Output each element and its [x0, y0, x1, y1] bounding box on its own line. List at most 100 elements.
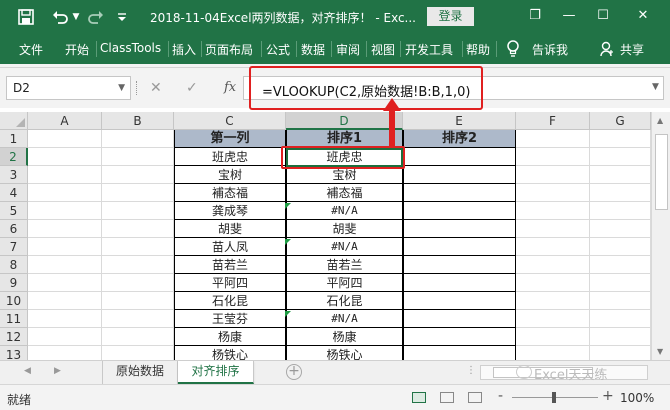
data-cell-c5[interactable]: 龚成琴	[174, 202, 286, 220]
chevron-down-icon[interactable]: ▼	[118, 77, 125, 99]
cell-a8[interactable]	[28, 256, 102, 274]
cell-b9[interactable]	[102, 274, 174, 292]
cell-g6[interactable]	[590, 220, 651, 238]
cell-b1[interactable]	[102, 130, 174, 148]
cell-g3[interactable]	[590, 166, 651, 184]
data-cell-e7[interactable]	[403, 238, 516, 256]
add-sheet-icon[interactable]: +	[286, 364, 302, 380]
cell-b3[interactable]	[102, 166, 174, 184]
cell-a11[interactable]	[28, 310, 102, 328]
column-header-e[interactable]: E	[403, 112, 516, 130]
share-user-icon[interactable]	[600, 41, 614, 60]
cell-g7[interactable]	[590, 238, 651, 256]
tab-review[interactable]: 审阅	[336, 41, 360, 58]
cell-f3[interactable]	[516, 166, 590, 184]
data-cell-e5[interactable]	[403, 202, 516, 220]
cell-g5[interactable]	[590, 202, 651, 220]
cell-g2[interactable]	[590, 148, 651, 166]
cell-f5[interactable]	[516, 202, 590, 220]
data-cell-d4[interactable]: 補态福	[286, 184, 403, 202]
column-header-a[interactable]: A	[28, 112, 102, 130]
zoom-in-button[interactable]: +	[602, 388, 614, 404]
save-icon[interactable]	[16, 7, 36, 27]
tab-insert[interactable]: 插入	[172, 41, 196, 58]
data-cell-d10[interactable]: 石化昆	[286, 292, 403, 310]
tab-data[interactable]: 数据	[301, 41, 325, 58]
row-header-2[interactable]: 2	[0, 148, 28, 166]
data-cell-c3[interactable]: 宝树	[174, 166, 286, 184]
data-cell-d6[interactable]: 胡斐	[286, 220, 403, 238]
vertical-scroll-thumb[interactable]	[655, 134, 668, 210]
data-cell-d13[interactable]: 杨铁心	[286, 346, 403, 360]
data-cell-d7[interactable]: #N/A	[286, 238, 403, 256]
cell-f8[interactable]	[516, 256, 590, 274]
tab-split-handle-icon[interactable]: ⋮	[466, 365, 476, 376]
data-cell-c2[interactable]: 班虎忠	[174, 148, 286, 166]
data-cell-d9[interactable]: 平阿四	[286, 274, 403, 292]
data-cell-d12[interactable]: 杨康	[286, 328, 403, 346]
cancel-formula-icon[interactable]: ✕	[150, 80, 162, 96]
row-header-6[interactable]: 6	[0, 220, 28, 238]
zoom-slider-thumb[interactable]	[552, 392, 556, 403]
cell-b10[interactable]	[102, 292, 174, 310]
data-cell-e3[interactable]	[403, 166, 516, 184]
tab-view[interactable]: 视图	[371, 41, 395, 58]
cell-g9[interactable]	[590, 274, 651, 292]
column-header-d[interactable]: D	[286, 112, 403, 130]
cell-a9[interactable]	[28, 274, 102, 292]
tab-file[interactable]: 文件	[19, 41, 43, 58]
data-cell-d8[interactable]: 苗若兰	[286, 256, 403, 274]
tab-help[interactable]: 帮助	[466, 41, 490, 58]
cell-a10[interactable]	[28, 292, 102, 310]
login-button[interactable]: 登录	[427, 7, 474, 26]
lightbulb-icon[interactable]	[506, 40, 520, 61]
cell-a7[interactable]	[28, 238, 102, 256]
zoom-level[interactable]: 100%	[620, 391, 654, 405]
data-cell-e10[interactable]	[403, 292, 516, 310]
row-header-1[interactable]: 1	[0, 130, 28, 148]
cell-a12[interactable]	[28, 328, 102, 346]
data-cell-c7[interactable]: 苗人凤	[174, 238, 286, 256]
page-layout-view-icon[interactable]	[440, 392, 454, 403]
row-header-5[interactable]: 5	[0, 202, 28, 220]
next-sheet-icon[interactable]: ▶	[54, 366, 61, 376]
share-button[interactable]: 共享	[620, 41, 644, 58]
cell-b13[interactable]	[102, 346, 174, 360]
tab-classtools[interactable]: ClassTools	[100, 41, 161, 55]
row-header-12[interactable]: 12	[0, 328, 28, 346]
row-header-10[interactable]: 10	[0, 292, 28, 310]
row-header-3[interactable]: 3	[0, 166, 28, 184]
data-cell-e8[interactable]	[403, 256, 516, 274]
data-cell-c8[interactable]: 苗若兰	[174, 256, 286, 274]
cell-g1[interactable]	[590, 130, 651, 148]
cell-a4[interactable]	[28, 184, 102, 202]
cell-b4[interactable]	[102, 184, 174, 202]
cell-f11[interactable]	[516, 310, 590, 328]
cell-b2[interactable]	[102, 148, 174, 166]
cell-a6[interactable]	[28, 220, 102, 238]
data-cell-c6[interactable]: 胡斐	[174, 220, 286, 238]
cell-a13[interactable]	[28, 346, 102, 360]
scroll-up-icon[interactable]: ▲	[657, 116, 663, 125]
scroll-down-icon[interactable]: ▼	[657, 347, 663, 356]
tab-formulas[interactable]: 公式	[266, 41, 290, 58]
cell-a3[interactable]	[28, 166, 102, 184]
cell-f4[interactable]	[516, 184, 590, 202]
header-cell-sort-2[interactable]: 排序2	[403, 130, 516, 148]
cell-a1[interactable]	[28, 130, 102, 148]
cell-a2[interactable]	[28, 148, 102, 166]
cell-b7[interactable]	[102, 238, 174, 256]
vertical-scrollbar[interactable]: ▲ ▼	[651, 112, 670, 360]
row-header-11[interactable]: 11	[0, 310, 28, 328]
data-cell-e2[interactable]	[403, 148, 516, 166]
header-cell-first-column[interactable]: 第一列	[174, 130, 286, 148]
enter-formula-icon[interactable]: ✓	[186, 80, 198, 96]
cell-f12[interactable]	[516, 328, 590, 346]
data-cell-e6[interactable]	[403, 220, 516, 238]
data-cell-c4[interactable]: 補态福	[174, 184, 286, 202]
row-header-4[interactable]: 4	[0, 184, 28, 202]
column-header-c[interactable]: C	[174, 112, 286, 130]
tell-me-search[interactable]: 告诉我	[532, 41, 568, 58]
cell-b6[interactable]	[102, 220, 174, 238]
zoom-out-button[interactable]: -	[498, 388, 503, 404]
